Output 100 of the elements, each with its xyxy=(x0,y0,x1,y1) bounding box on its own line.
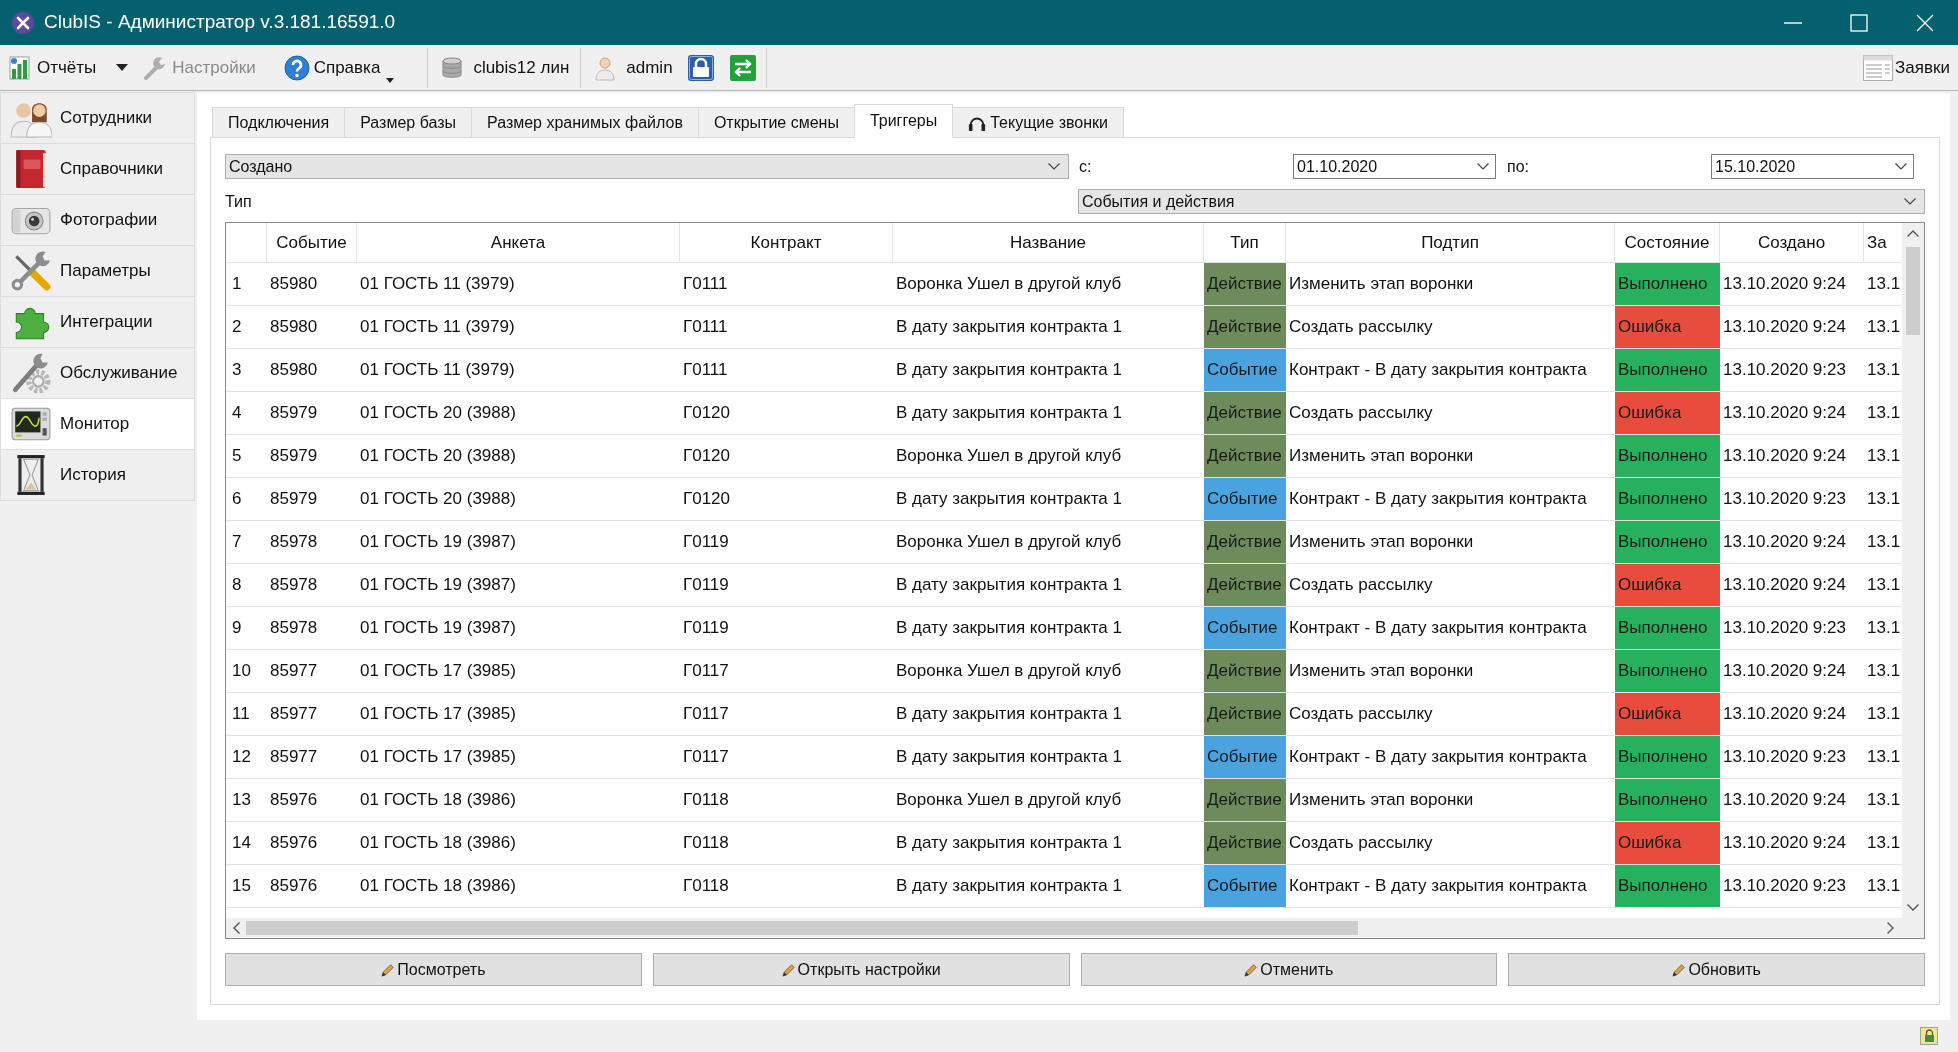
switch-button[interactable] xyxy=(727,52,758,83)
table-cell-text: Г0120 xyxy=(682,402,732,425)
sidebar-item[interactable]: Интеграции xyxy=(0,296,195,348)
table-cell-text: Изменить этап воронки xyxy=(1288,789,1475,812)
table-cell-text: Г0120 xyxy=(682,488,732,511)
table-cell-text: 13.1 xyxy=(1866,789,1902,812)
chevron-down-icon xyxy=(1477,163,1489,170)
tab[interactable]: Размер хранимых файлов xyxy=(471,107,699,137)
sidebar-item[interactable]: Фотографии xyxy=(0,194,195,246)
table-cell: Выполнено xyxy=(1615,779,1720,821)
row-number: 10 xyxy=(231,660,252,683)
pencil-icon xyxy=(1672,962,1687,977)
action-button[interactable]: Посмотреть xyxy=(225,953,642,986)
chevron-down-icon xyxy=(1895,163,1907,170)
sidebar-item[interactable]: Монитор xyxy=(0,398,195,450)
column-header[interactable]: Событие xyxy=(267,223,357,262)
table-cell-text: 13.10.2020 9:24 xyxy=(1722,660,1847,683)
row-number: 6 xyxy=(231,488,243,511)
table-cell-text: 13.1 xyxy=(1866,402,1902,425)
tab[interactable]: Подключения xyxy=(212,107,346,137)
table-cell-text: Г0119 xyxy=(682,574,730,597)
table-cell: Событие xyxy=(1204,607,1286,649)
column-header[interactable]: Создано xyxy=(1720,223,1864,262)
table-cell: Выполнено xyxy=(1615,349,1720,391)
row-number: 3 xyxy=(231,359,243,382)
table-cell-text: 13.1 xyxy=(1866,746,1902,769)
horizontal-scrollbar[interactable] xyxy=(226,918,1924,938)
chevron-left-icon xyxy=(233,922,240,934)
table-cell-text: 13.1 xyxy=(1866,574,1902,597)
table-cell-text: Контракт - В дату закрытия контракта xyxy=(1288,488,1588,511)
sidebar-item[interactable]: Параметры xyxy=(0,245,195,297)
action-button[interactable]: Отменить xyxy=(1080,953,1498,986)
table-cell: Действие xyxy=(1204,650,1286,692)
table-cell: Выполнено xyxy=(1615,865,1720,907)
column-header[interactable]: Тип xyxy=(1204,223,1286,262)
action-button[interactable]: Обновить xyxy=(1508,953,1925,986)
column-header[interactable]: Контракт xyxy=(680,223,893,262)
date-field[interactable]: 15.10.2020 xyxy=(1711,154,1914,179)
scrollbar-thumb[interactable] xyxy=(246,921,1358,935)
table-cell-text: 85978 xyxy=(269,617,319,640)
scrollbar-thumb[interactable] xyxy=(1906,247,1920,335)
tab[interactable]: Открытие смены xyxy=(697,107,855,137)
table-cell-text: В дату закрытия контракта 1 xyxy=(895,746,1123,769)
tab[interactable]: Триггеры xyxy=(853,104,954,138)
table-cell: Действие xyxy=(1204,693,1286,735)
field-label: с: xyxy=(1079,156,1093,177)
tab[interactable]: Размер базы xyxy=(344,107,472,137)
table-cell: Событие xyxy=(1204,478,1286,520)
table-cell: Действие xyxy=(1204,392,1286,434)
sidebar-item[interactable]: Обслуживание xyxy=(0,347,195,399)
table-cell-text: 85977 xyxy=(269,746,319,769)
table-cell-text: Воронка Ушел в другой клуб xyxy=(895,273,1123,296)
date-field[interactable]: 01.10.2020 xyxy=(1293,154,1496,179)
table-cell-text: Воронка Ушел в другой клуб xyxy=(895,531,1123,554)
column-header[interactable]: За xyxy=(1864,223,1902,262)
table-cell: Действие xyxy=(1204,263,1286,305)
dropdown[interactable]: Создано xyxy=(225,154,1069,179)
column-header[interactable]: Анкета xyxy=(357,223,680,262)
column-header[interactable]: Название xyxy=(893,223,1204,262)
sidebar-item[interactable]: История xyxy=(0,449,195,501)
dropdown[interactable]: События и действия xyxy=(1078,189,1925,214)
table-cell-text: 01 ГОСТЬ 20 (3988) xyxy=(359,402,517,425)
vertical-scrollbar[interactable] xyxy=(1902,223,1924,918)
table-cell-text: Контракт - В дату закрытия контракта xyxy=(1288,875,1588,898)
table-cell-text: 13.1 xyxy=(1866,273,1902,296)
table-cell-text: 13.1 xyxy=(1866,617,1902,640)
table-cell-text: Г0118 xyxy=(682,875,730,898)
field-label: по: xyxy=(1507,156,1530,177)
column-header[interactable]: Подтип xyxy=(1286,223,1615,262)
table-cell-text: 13.1 xyxy=(1866,531,1902,554)
padlock-icon xyxy=(686,53,715,82)
toolbar-button[interactable]: Отчёты xyxy=(4,48,100,87)
table-cell-text: 13.1 xyxy=(1866,445,1902,468)
action-button[interactable]: Открыть настройки xyxy=(652,953,1070,986)
table-cell-text: Создать рассылку xyxy=(1288,574,1434,597)
table-cell-text: 01 ГОСТЬ 17 (3985) xyxy=(359,703,517,726)
requests-button[interactable]: Заявки xyxy=(1863,54,1950,81)
maximize-icon xyxy=(1850,13,1868,32)
chevron-right-icon xyxy=(1887,922,1894,934)
row-number: 14 xyxy=(231,832,252,855)
table-cell-text: Создать рассылку xyxy=(1288,703,1434,726)
table-cell: Действие xyxy=(1204,306,1286,348)
table-cell: Ошибка xyxy=(1615,822,1720,864)
table-cell: Событие xyxy=(1204,736,1286,778)
table-cell-text: 13.1 xyxy=(1866,488,1902,511)
table-cell-text: 01 ГОСТЬ 11 (3979) xyxy=(359,316,516,339)
caret-down-icon xyxy=(116,64,129,71)
table-cell-text: 01 ГОСТЬ 19 (3987) xyxy=(359,531,517,554)
sidebar-item[interactable]: Сотрудники xyxy=(0,92,195,144)
table-cell-text: Изменить этап воронки xyxy=(1288,660,1475,683)
tab[interactable]: Текущие звонки xyxy=(952,107,1124,137)
table-cell: Действие xyxy=(1204,822,1286,864)
sidebar-item[interactable]: Справочники xyxy=(0,143,195,195)
toolbar-button[interactable]: Справка xyxy=(280,48,398,87)
table-cell-text: 13.1 xyxy=(1866,660,1902,683)
chevron-down-icon xyxy=(1907,904,1919,911)
column-header[interactable]: Состояние xyxy=(1615,223,1720,262)
table-cell-text: Изменить этап воронки xyxy=(1288,531,1475,554)
lock-button[interactable] xyxy=(685,52,716,83)
table-cell: Выполнено xyxy=(1615,435,1720,477)
